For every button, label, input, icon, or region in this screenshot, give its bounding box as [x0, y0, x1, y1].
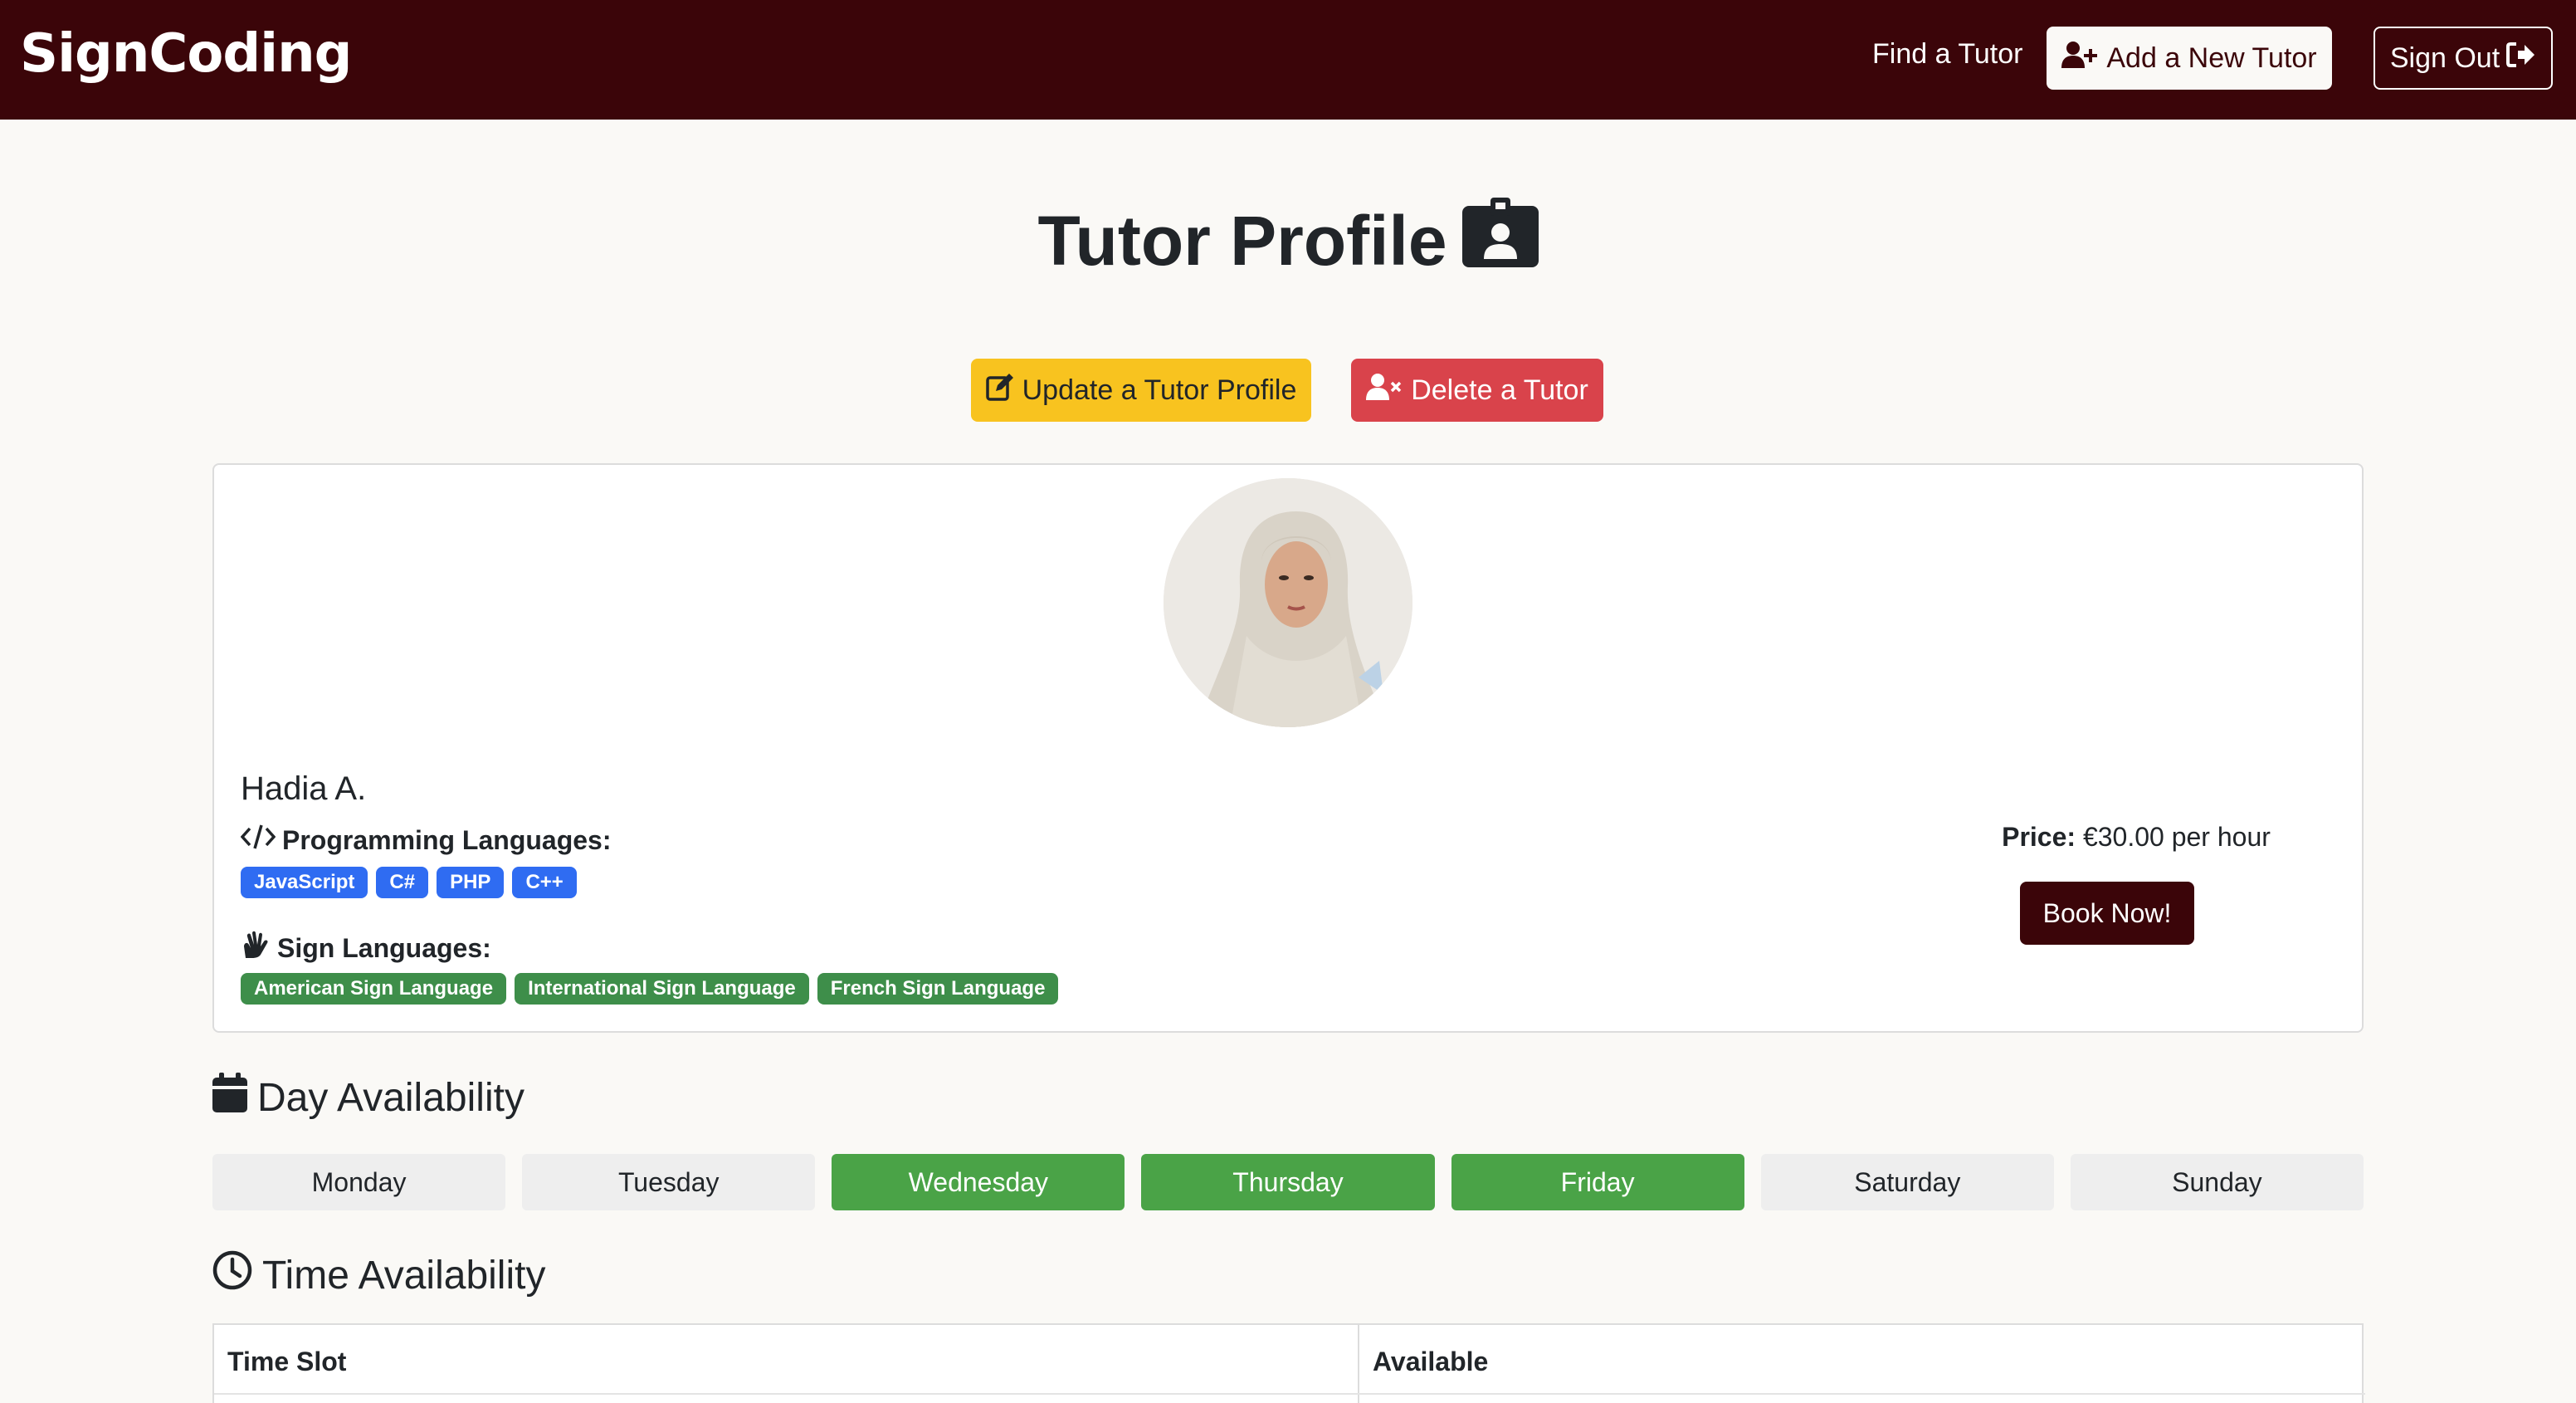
table-column-divider — [1358, 1325, 1359, 1403]
code-icon — [240, 824, 276, 857]
tutor-profile-card: Hadia A. Programming Languages: JavaScri… — [212, 463, 2364, 1033]
programming-languages-text: Programming Languages: — [282, 824, 612, 855]
add-tutor-button[interactable]: Add a New Tutor — [2047, 27, 2332, 90]
id-badge-icon — [1461, 198, 1539, 284]
badge-csharp: C# — [376, 867, 429, 898]
day-monday: Monday — [212, 1154, 506, 1210]
user-xmark-icon — [1366, 373, 1403, 408]
day-thursday: Thursday — [1141, 1154, 1435, 1210]
day-wednesday: Wednesday — [832, 1154, 1125, 1210]
sign-languages-text: Sign Languages: — [277, 932, 491, 963]
badge-french-sign-language: French Sign Language — [817, 973, 1059, 1005]
page-title-text: Tutor Profile — [1037, 201, 1447, 280]
calendar-icon — [212, 1073, 247, 1122]
hands-signing-icon — [241, 930, 271, 966]
navbar: SignCoding Find a Tutor Add a New Tutor … — [0, 0, 2576, 120]
badge-cpp: C++ — [512, 867, 577, 898]
day-availability-heading: Day Availability — [212, 1073, 524, 1122]
day-availability-text: Day Availability — [257, 1075, 524, 1120]
page-title: Tutor Profile — [0, 198, 2576, 284]
sign-out-button[interactable]: Sign Out — [2374, 27, 2553, 90]
clock-icon — [212, 1250, 252, 1300]
table-header-border — [214, 1393, 2365, 1395]
time-availability-table: Time Slot Available — [212, 1323, 2365, 1403]
day-friday: Friday — [1451, 1154, 1744, 1210]
price-label: Price: — [2002, 822, 2076, 852]
time-availability-text: Time Availability — [262, 1253, 546, 1298]
badge-php: PHP — [437, 867, 505, 898]
delete-tutor-button[interactable]: Delete a Tutor — [1351, 359, 1603, 422]
day-tuesday: Tuesday — [522, 1154, 816, 1210]
brand-logo[interactable]: SignCoding — [20, 23, 352, 85]
sign-languages-label: Sign Languages: — [241, 930, 491, 966]
day-availability-list: Monday Tuesday Wednesday Thursday Friday… — [212, 1154, 2364, 1210]
badge-javascript: JavaScript — [241, 867, 368, 898]
price-info: Price: €30.00 per hour — [1970, 822, 2302, 853]
find-tutor-link[interactable]: Find a Tutor — [1872, 38, 2022, 71]
programming-badges: JavaScript C# PHP C++ — [241, 867, 577, 898]
sign-badges: American Sign Language International Sig… — [241, 973, 1059, 1005]
badge-international-sign-language: International Sign Language — [515, 973, 809, 1005]
book-now-button[interactable]: Book Now! — [2020, 882, 2194, 945]
update-tutor-label: Update a Tutor Profile — [1022, 374, 1297, 406]
user-plus-icon — [2061, 41, 2098, 76]
table-header-available: Available — [1373, 1347, 1489, 1376]
time-availability-heading: Time Availability — [212, 1250, 545, 1300]
price-value: €30.00 per hour — [2082, 822, 2271, 852]
add-tutor-label: Add a New Tutor — [2106, 42, 2317, 74]
table-header-time-slot: Time Slot — [227, 1347, 347, 1376]
badge-american-sign-language: American Sign Language — [241, 973, 507, 1005]
update-tutor-button[interactable]: Update a Tutor Profile — [971, 359, 1311, 422]
edit-icon — [985, 373, 1014, 408]
programming-languages-label: Programming Languages: — [240, 824, 612, 857]
day-sunday: Sunday — [2070, 1154, 2364, 1210]
delete-tutor-label: Delete a Tutor — [1411, 374, 1588, 406]
day-saturday: Saturday — [1760, 1154, 2054, 1210]
tutor-name: Hadia A. — [241, 770, 367, 807]
avatar — [1164, 478, 1412, 727]
sign-out-icon — [2506, 42, 2536, 76]
sign-out-label: Sign Out — [2389, 42, 2500, 74]
